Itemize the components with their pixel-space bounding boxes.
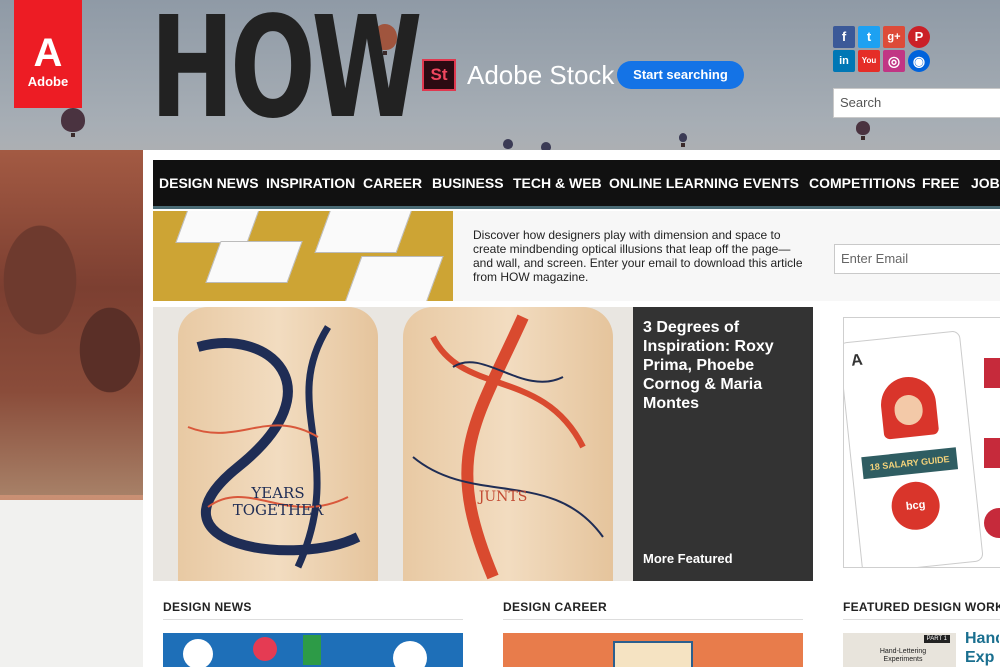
featured-article-title[interactable]: 3 Degrees of Inspiration: Roxy Prima, Ph… [643, 318, 803, 413]
more-featured-link[interactable]: More Featured [643, 551, 733, 566]
how-logo[interactable]: HOW [150, 0, 423, 144]
adobe-stock-name[interactable]: Adobe Stock [467, 59, 614, 91]
pinterest-icon[interactable]: P [908, 26, 930, 48]
balloon-image [856, 121, 870, 140]
google-plus-icon[interactable]: g+ [883, 26, 905, 48]
divider [843, 619, 1000, 620]
thumb-caption-title: Hand-Lettering Experiments [879, 648, 927, 663]
nav-item-free[interactable]: FREE [922, 160, 959, 206]
featured-works-thumbnail[interactable]: PART 1 Hand-Lettering Experiments [843, 633, 956, 667]
nav-item-jobs[interactable]: JOBS [971, 160, 1000, 206]
optical-illusion-image[interactable] [153, 211, 453, 301]
bcg-logo: bcg [889, 479, 943, 533]
featured-work-link[interactable]: Hand Exp [965, 629, 999, 667]
linkedin-icon[interactable]: in [833, 50, 855, 72]
skateboard-left: YEARS TOGETHER [178, 307, 378, 581]
salary-guide-ad[interactable]: A 18 SALARY GUIDE bcg [843, 317, 1000, 568]
nav-item-design-news[interactable]: DESIGN NEWS [159, 160, 259, 206]
adobe-stock-icon[interactable]: St [422, 59, 456, 91]
nav-item-online-learning[interactable]: ONLINE LEARNING [609, 160, 739, 206]
nav-item-events[interactable]: EVENTS [743, 160, 799, 206]
design-career-thumbnail[interactable] [503, 633, 803, 667]
section-design-news: DESIGN NEWS [153, 591, 473, 667]
featured-article-image[interactable]: YEARS TOGETHER JUNTS [153, 307, 633, 581]
youtube-icon[interactable]: You [858, 50, 880, 72]
balloon-image [61, 108, 85, 137]
ad-accent [984, 358, 1000, 388]
adobe-logo[interactable]: A Adobe [14, 0, 82, 108]
section-heading[interactable]: FEATURED DESIGN WORKS [843, 600, 1000, 614]
facebook-icon[interactable]: f [833, 26, 855, 48]
divider [503, 619, 803, 620]
section-featured-works: FEATURED DESIGN WORKS PART 1 Hand-Letter… [833, 591, 1000, 667]
nav-item-inspiration[interactable]: INSPIRATION [266, 160, 355, 206]
search-input[interactable]: Search [833, 88, 1000, 118]
twitter-icon[interactable]: t [858, 26, 880, 48]
instagram-icon[interactable]: ◎ [883, 50, 905, 72]
ad-accent [984, 438, 1000, 468]
section-heading[interactable]: DESIGN CAREER [503, 600, 607, 614]
calligraphy-left [187, 325, 361, 569]
adobe-logo-label: Adobe [27, 74, 69, 89]
start-searching-button[interactable]: Start searching [617, 61, 744, 89]
cappadocia-rocks-image [0, 150, 143, 495]
calligraphy-right [412, 314, 604, 580]
design-news-thumbnail[interactable] [163, 633, 463, 667]
thumb-caption-part: PART 1 [923, 635, 950, 643]
playing-card-image: A 18 SALARY GUIDE bcg [844, 330, 984, 567]
nav-item-competitions[interactable]: COMPETITIONS [809, 160, 916, 206]
nav-item-tech-web[interactable]: TECH & WEB [513, 160, 602, 206]
adobe-logo-mark: A [33, 31, 63, 75]
salary-guide-label: 18 SALARY GUIDE [861, 447, 959, 480]
divider [163, 619, 463, 620]
section-heading[interactable]: DESIGN NEWS [163, 600, 252, 614]
main-nav: DESIGN NEWS INSPIRATION CAREER BUSINESS … [153, 160, 1000, 209]
ad-accent [984, 508, 1000, 538]
section-design-career: DESIGN CAREER [493, 591, 813, 667]
nav-item-business[interactable]: BUSINESS [432, 160, 504, 206]
balloon-image [679, 133, 687, 147]
flickr-icon[interactable]: ◉ [908, 50, 930, 72]
email-field[interactable]: Enter Email [834, 244, 1000, 274]
nav-item-career[interactable]: CAREER [363, 160, 422, 206]
skateboard-right: JUNTS [403, 307, 613, 581]
board-right-text: JUNTS [478, 489, 528, 505]
balloon-image [503, 139, 513, 154]
promo-text: Discover how designers play with dimensi… [473, 228, 803, 284]
board-left-text: YEARS TOGETHER [232, 484, 324, 519]
